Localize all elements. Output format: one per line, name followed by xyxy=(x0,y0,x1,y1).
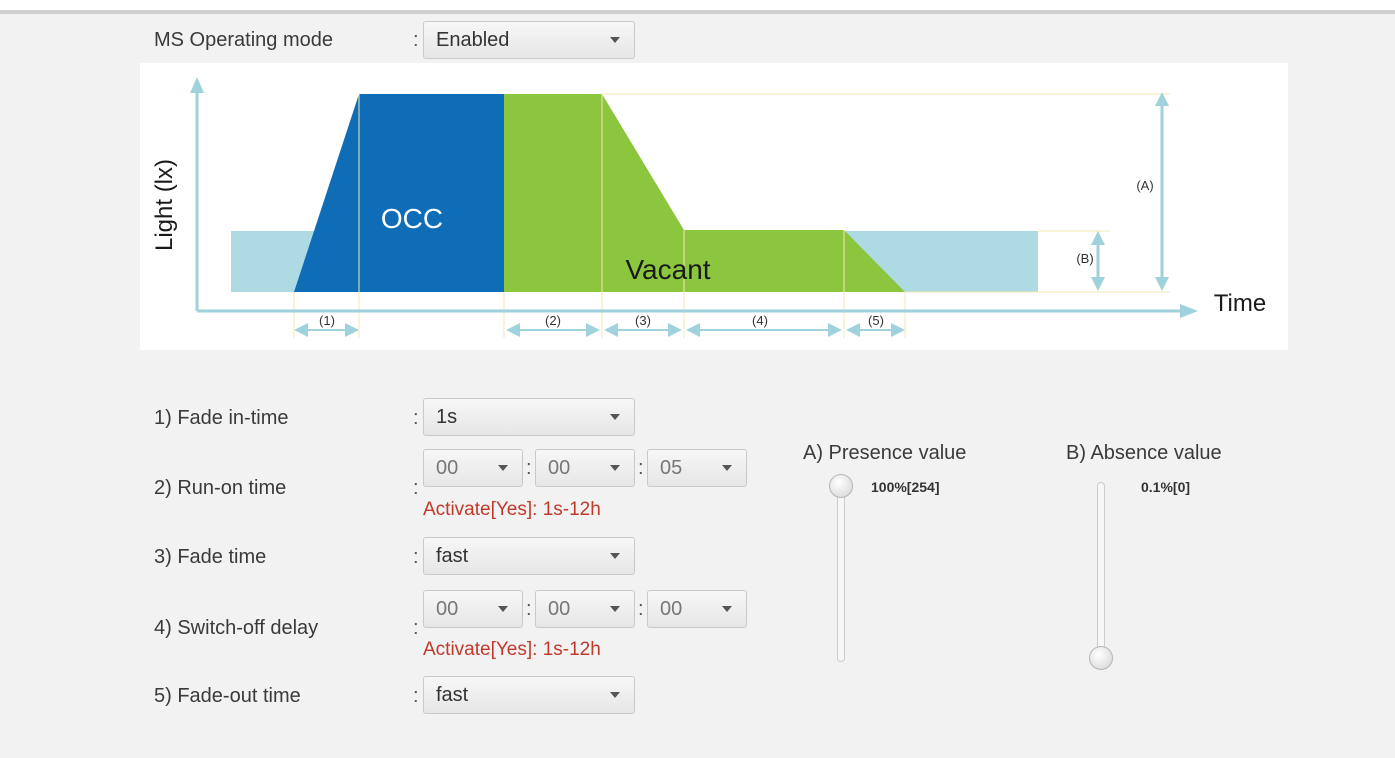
occ-area xyxy=(294,94,504,292)
y-axis-label: Light (lx) xyxy=(151,159,178,251)
vacant-label: Vacant xyxy=(625,254,710,285)
switch-off-seconds-value: 00 xyxy=(660,598,683,620)
presence-slider-track[interactable] xyxy=(837,482,845,662)
run-on-minutes-value: 00 xyxy=(548,457,571,479)
chevron-down-icon xyxy=(610,37,620,43)
marker-b-down-icon xyxy=(1091,277,1105,291)
chevron-down-icon xyxy=(610,465,620,471)
fade-in-label: 1) Fade in-time xyxy=(154,407,289,429)
interval-label-2: (2) xyxy=(545,313,561,328)
switch-off-hours-value: 00 xyxy=(436,598,459,620)
absence-slider-thumb[interactable] xyxy=(1089,646,1113,670)
fade-out-value: fast xyxy=(436,684,469,706)
colon: : xyxy=(413,407,419,429)
switch-off-hours-select[interactable]: 00 xyxy=(423,590,523,628)
x-axis-label: Time xyxy=(1214,290,1266,317)
marker-b-up-icon xyxy=(1091,231,1105,245)
switch-off-minutes-select[interactable]: 00 xyxy=(535,590,635,628)
colon: : xyxy=(413,29,419,51)
run-on-seconds-select[interactable]: 05 xyxy=(647,449,747,487)
time-separator: : xyxy=(526,598,532,620)
colon: : xyxy=(413,546,419,568)
fade-out-select[interactable]: fast xyxy=(423,676,635,714)
absence-slider-value: 0.1%[0] xyxy=(1141,479,1191,495)
chevron-down-icon xyxy=(610,553,620,559)
colon: : xyxy=(413,685,419,707)
x-axis-arrow-icon xyxy=(1180,304,1198,318)
presence-slider-thumb[interactable] xyxy=(829,474,853,498)
fade-out-label: 5) Fade-out time xyxy=(154,685,301,707)
chevron-down-icon xyxy=(498,465,508,471)
y-axis-arrow-icon xyxy=(190,77,204,93)
chevron-down-icon xyxy=(722,465,732,471)
marker-a-down-icon xyxy=(1155,277,1169,291)
absence-slider-title: B) Absence value xyxy=(1066,442,1222,464)
switch-off-seconds-select[interactable]: 00 xyxy=(647,590,747,628)
chevron-down-icon xyxy=(722,606,732,612)
fade-in-select[interactable]: 1s xyxy=(423,398,635,436)
run-on-hours-value: 00 xyxy=(436,457,459,479)
operating-mode-select[interactable]: Enabled xyxy=(423,21,635,59)
chevron-down-icon xyxy=(610,606,620,612)
occ-label: OCC xyxy=(381,203,443,234)
chevron-down-icon xyxy=(498,606,508,612)
run-on-seconds-value: 05 xyxy=(660,457,683,479)
interval-label-4: (4) xyxy=(752,313,768,328)
interval-label-3: (3) xyxy=(635,313,651,328)
switch-off-minutes-value: 00 xyxy=(548,598,571,620)
fade-time-select[interactable]: fast xyxy=(423,537,635,575)
light-time-diagram: OCC Vacant Time Light (lx) (A) (B) (1) (… xyxy=(140,63,1288,350)
absence-slider-track[interactable] xyxy=(1097,482,1105,662)
fade-time-value: fast xyxy=(436,545,469,567)
colon: : xyxy=(413,617,419,639)
chevron-down-icon xyxy=(610,692,620,698)
diagram-svg: OCC Vacant Time Light (lx) (A) (B) (1) (… xyxy=(151,77,1266,338)
run-on-activate-note: Activate[Yes]: 1s-12h xyxy=(423,499,601,520)
interval-label-5: (5) xyxy=(868,313,884,328)
presence-slider-title: A) Presence value xyxy=(803,442,967,464)
switch-off-label: 4) Switch-off delay xyxy=(154,617,319,639)
interval-label-1: (1) xyxy=(319,313,335,328)
chevron-down-icon xyxy=(610,414,620,420)
operating-mode-value: Enabled xyxy=(436,29,510,51)
run-on-minutes-select[interactable]: 00 xyxy=(535,449,635,487)
run-on-label: 2) Run-on time xyxy=(154,477,287,499)
switch-off-activate-note: Activate[Yes]: 1s-12h xyxy=(423,639,601,660)
marker-b-label: (B) xyxy=(1076,251,1093,266)
marker-a-label: (A) xyxy=(1136,178,1153,193)
fade-in-value: 1s xyxy=(436,406,458,428)
colon: : xyxy=(413,477,419,499)
window-top-border xyxy=(0,0,1395,14)
fade-time-label: 3) Fade time xyxy=(154,546,267,568)
run-on-hours-select[interactable]: 00 xyxy=(423,449,523,487)
interval-arrows xyxy=(294,323,905,337)
time-separator: : xyxy=(638,598,644,620)
operating-mode-label: MS Operating mode xyxy=(154,29,333,51)
time-separator: : xyxy=(638,457,644,479)
time-separator: : xyxy=(526,457,532,479)
presence-slider-value: 100%[254] xyxy=(871,479,940,495)
